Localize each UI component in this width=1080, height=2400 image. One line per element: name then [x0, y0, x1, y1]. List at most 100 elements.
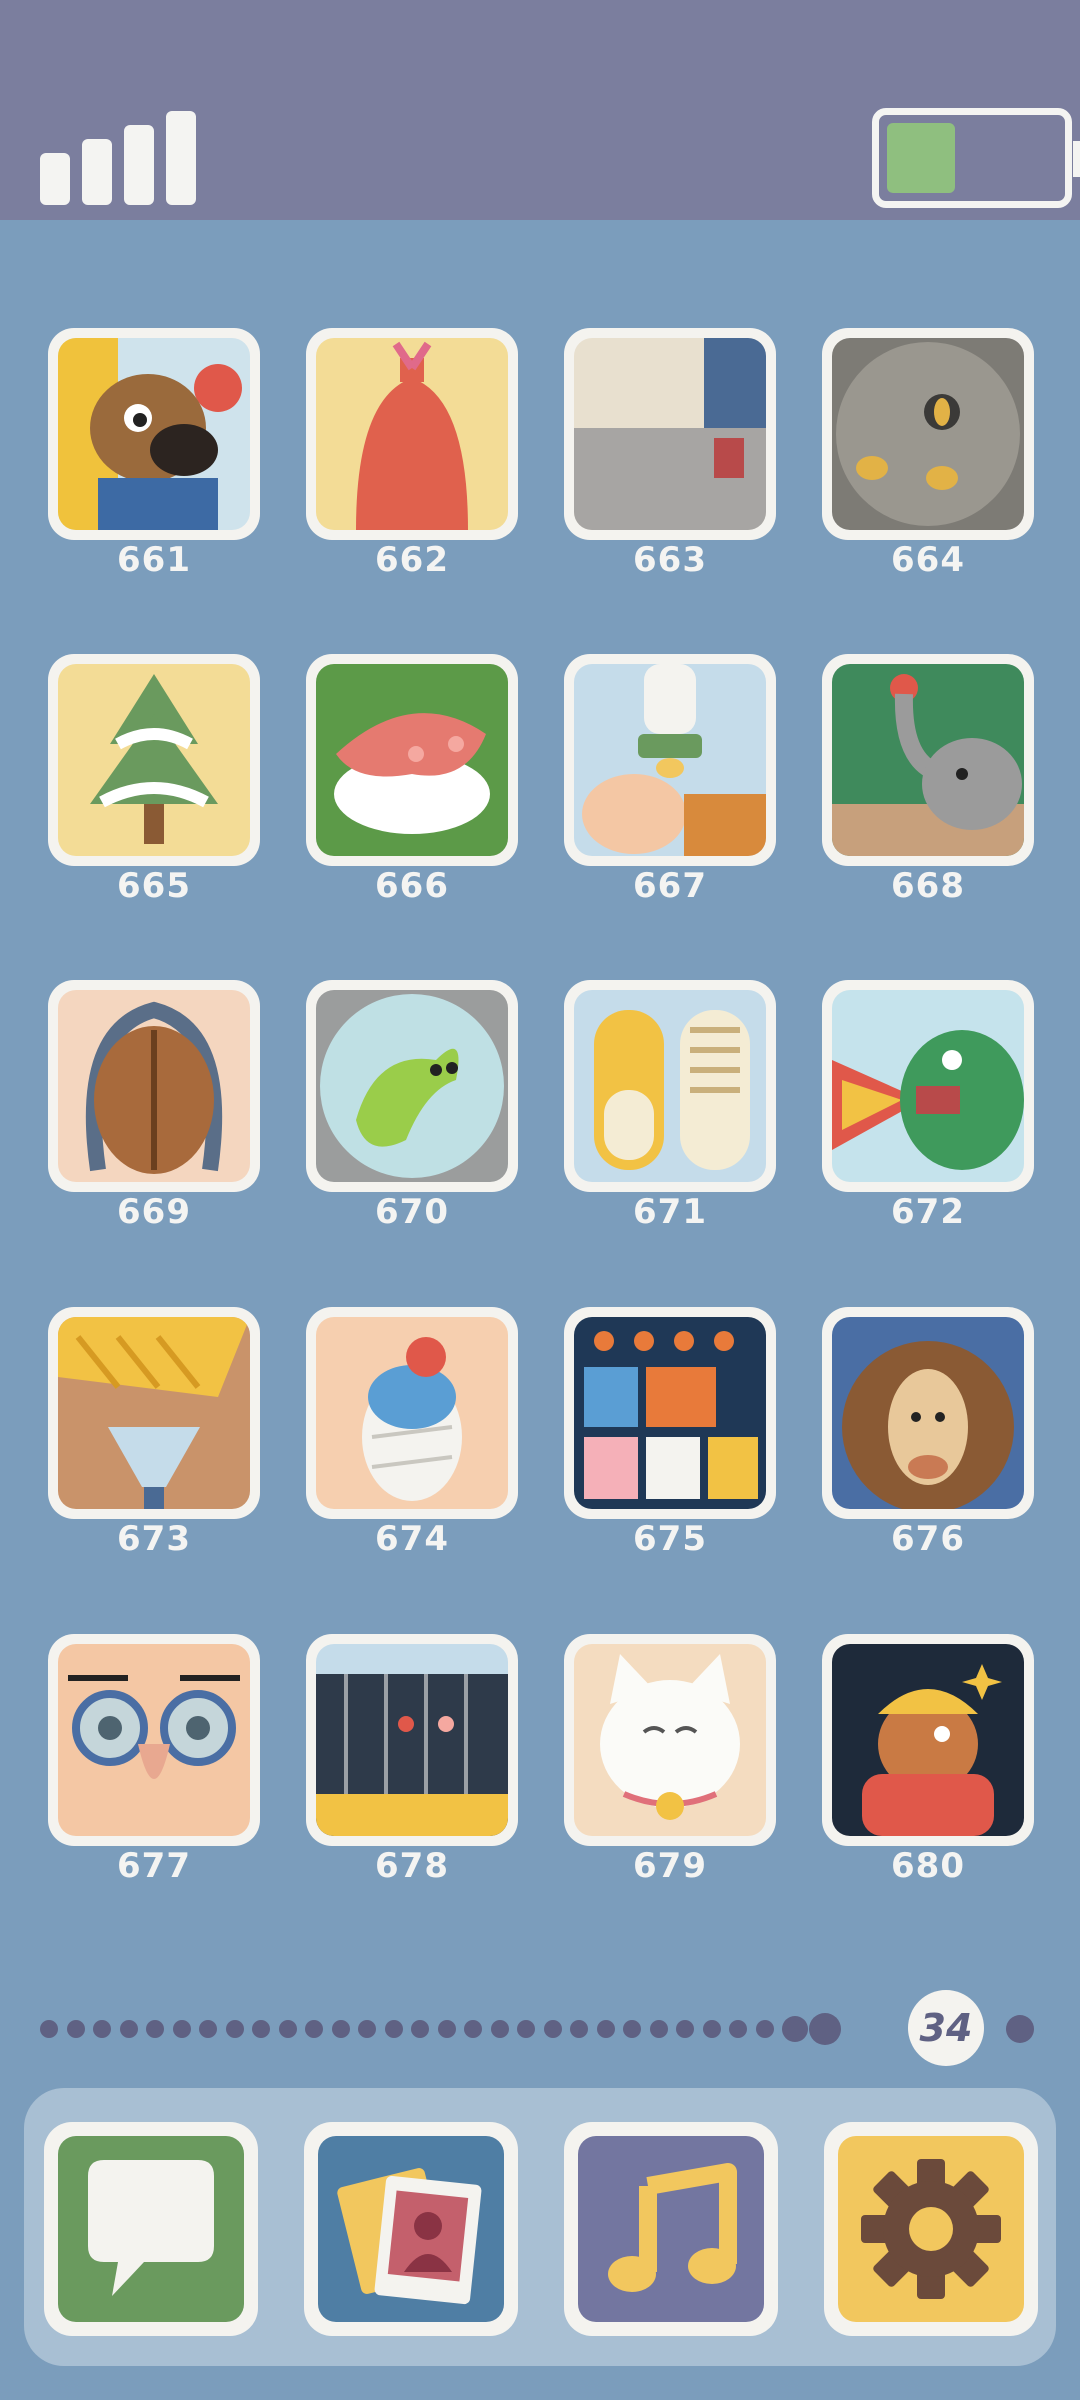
- page-dot[interactable]: [278, 2020, 297, 2038]
- page-dot[interactable]: [305, 2020, 323, 2038]
- hatted-character-icon: [832, 1644, 1024, 1836]
- lion-icon: [832, 1317, 1024, 1509]
- coins-in-pan-icon: [832, 338, 1024, 530]
- page-dot[interactable]: [649, 2020, 668, 2038]
- page-dot[interactable]: [782, 2016, 808, 2042]
- page-dot[interactable]: [808, 2013, 841, 2045]
- level-tile[interactable]: [306, 1634, 518, 1846]
- page-dot[interactable]: [358, 2020, 376, 2038]
- page-dot[interactable]: [596, 2020, 615, 2038]
- settings-gear-icon: [861, 2159, 1001, 2299]
- page-dot[interactable]: [252, 2020, 270, 2038]
- level-number: 675: [633, 1519, 707, 1559]
- photos-button[interactable]: [304, 2122, 518, 2336]
- yellow-sneakers-icon: [574, 990, 766, 1182]
- level-tile[interactable]: [306, 1307, 518, 1519]
- baby-bottle-icon: [574, 664, 766, 856]
- toaster-bread-icon: [574, 338, 766, 530]
- level-number: 666: [375, 866, 449, 906]
- page-dot[interactable]: [199, 2020, 217, 2038]
- bandaged-creature-icon: [316, 1317, 508, 1509]
- page-dot[interactable]: [331, 2020, 350, 2038]
- level-tile[interactable]: [822, 1307, 1034, 1519]
- level-number: 669: [117, 1192, 191, 1232]
- level-tile[interactable]: [48, 328, 260, 540]
- page-dot[interactable]: [225, 2020, 244, 2038]
- page-dot[interactable]: [437, 2020, 456, 2038]
- page-dot[interactable]: [623, 2020, 641, 2038]
- page-dot[interactable]: [172, 2020, 191, 2038]
- music-icon: [608, 2163, 737, 2292]
- message-icon: [88, 2160, 214, 2296]
- page-dot[interactable]: [411, 2020, 429, 2038]
- level-tile[interactable]: [822, 1634, 1034, 1846]
- level-number: 661: [117, 540, 191, 580]
- level-tile[interactable]: [822, 980, 1034, 1192]
- page-dot[interactable]: [66, 2020, 85, 2038]
- level-tile[interactable]: [48, 654, 260, 866]
- level-tile[interactable]: [564, 1634, 776, 1846]
- level-number: 668: [891, 866, 965, 906]
- page-dot[interactable]: [490, 2020, 509, 2038]
- page-dot[interactable]: [570, 2020, 588, 2038]
- page-dot[interactable]: [543, 2020, 562, 2038]
- level-number: 663: [633, 540, 707, 580]
- butterfly-cages-icon: [316, 1644, 508, 1836]
- level-tile[interactable]: [564, 328, 776, 540]
- settings-button[interactable]: [824, 2122, 1038, 2336]
- walnut-cracker-icon: [58, 990, 250, 1182]
- level-number: 680: [891, 1846, 965, 1886]
- level-number: 673: [117, 1519, 191, 1559]
- page-dot[interactable]: [676, 2020, 694, 2038]
- page-dot[interactable]: [755, 2020, 774, 2038]
- level-tile[interactable]: [822, 654, 1034, 866]
- level-number: 676: [891, 1519, 965, 1559]
- level-number: 678: [375, 1846, 449, 1886]
- level-number: 674: [375, 1519, 449, 1559]
- level-tile[interactable]: [306, 980, 518, 1192]
- level-tile[interactable]: [48, 980, 260, 1192]
- level-tile[interactable]: [306, 654, 518, 866]
- level-number: 662: [375, 540, 449, 580]
- page-dot[interactable]: [464, 2020, 482, 2038]
- level-tile[interactable]: [822, 328, 1034, 540]
- fire-dragon-icon: [832, 990, 1024, 1182]
- level-tile[interactable]: [564, 980, 776, 1192]
- cheese-grater-icon: [58, 1317, 250, 1509]
- page-dot[interactable]: [702, 2020, 721, 2038]
- message-button[interactable]: [44, 2122, 258, 2336]
- glasses-face-icon: [58, 1644, 250, 1836]
- page-dot[interactable]: [146, 2020, 164, 2038]
- current-page-badge[interactable]: 34: [908, 1990, 984, 2066]
- music-button[interactable]: [564, 2122, 778, 2336]
- red-wrapped-gift-icon: [316, 338, 508, 530]
- level-tile[interactable]: [564, 654, 776, 866]
- level-number: 672: [891, 1192, 965, 1232]
- snowy-tree-icon: [58, 664, 250, 856]
- page-dot[interactable]: [1006, 2015, 1034, 2043]
- level-tile[interactable]: [564, 1307, 776, 1519]
- page-dot[interactable]: [119, 2020, 138, 2038]
- page-dot[interactable]: [384, 2020, 403, 2038]
- level-tile[interactable]: [306, 328, 518, 540]
- page-dot[interactable]: [517, 2020, 535, 2038]
- level-tile[interactable]: [48, 1634, 260, 1846]
- level-number: 667: [633, 866, 707, 906]
- page-dot[interactable]: [729, 2020, 747, 2038]
- bento-box-icon: [574, 1317, 766, 1509]
- level-tile[interactable]: [48, 1307, 260, 1519]
- level-number: 665: [117, 866, 191, 906]
- level-number: 671: [633, 1192, 707, 1232]
- photos-icon: [337, 2168, 482, 2305]
- level-grid: 661 662 663 664 665 666 667 668 669 670 671 672 673 6…: [0, 0, 1080, 1900]
- elephant-apple-icon: [832, 664, 1024, 856]
- page-indicator: 34: [40, 1990, 1040, 2066]
- dock: [24, 2088, 1056, 2366]
- page-dot[interactable]: [93, 2020, 111, 2038]
- horse-with-apple-icon: [58, 338, 250, 530]
- page-dot[interactable]: [40, 2020, 58, 2038]
- octopus-sushi-icon: [316, 664, 508, 856]
- level-number: 679: [633, 1846, 707, 1886]
- level-number: 670: [375, 1192, 449, 1232]
- level-number: 664: [891, 540, 965, 580]
